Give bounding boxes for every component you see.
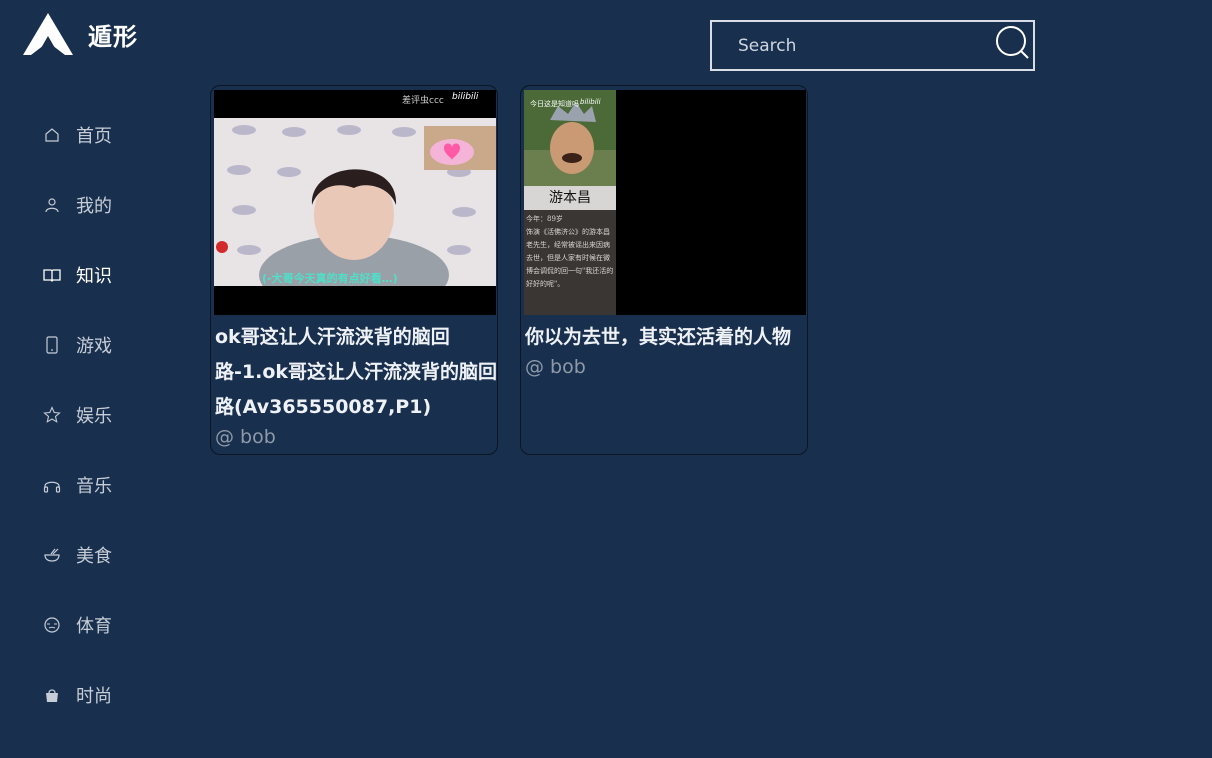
thumb-subtitle: (-大哥今天真的有点好看…)	[262, 272, 398, 285]
sidebar-item-label: 娱乐	[76, 406, 112, 427]
video-title[interactable]: 你以为去世，其实还活着的人物	[525, 320, 807, 355]
sidebar-item-food[interactable]: 美食	[40, 535, 112, 575]
sidebar-item-sports[interactable]: 体育	[40, 605, 112, 645]
sidebar-item-games[interactable]: 游戏	[40, 325, 112, 365]
video-thumbnail[interactable]: 今日这是知道吗 bilibili 游本昌 今年：89岁 饰演《活佛济公》的游本昌…	[524, 90, 806, 315]
video-card[interactable]: 今日这是知道吗 bilibili 游本昌 今年：89岁 饰演《活佛济公》的游本昌…	[520, 85, 808, 455]
sidebar-item-label: 知识	[76, 266, 112, 287]
sidebar-item-music[interactable]: 音乐	[40, 465, 112, 505]
search-input[interactable]	[712, 22, 992, 69]
sidebar-item-home[interactable]: 首页	[40, 115, 112, 155]
video-author[interactable]: @ bob	[215, 426, 276, 448]
thumb-header: 今日这是知道吗	[530, 100, 579, 108]
logo[interactable]: 遁形	[22, 12, 138, 56]
video-card[interactable]: 差评虫ccc bilibili (-大哥今天真的有点好看…) ok哥这让人汗流浃…	[210, 85, 498, 455]
star-icon	[40, 403, 64, 427]
bowl-icon	[40, 543, 64, 567]
phone-icon	[40, 333, 64, 357]
sidebar-item-label: 首页	[76, 126, 112, 147]
book-icon	[40, 263, 64, 287]
logo-icon	[23, 13, 73, 55]
video-author[interactable]: @ bob	[525, 356, 586, 378]
platform-logo: bilibili	[452, 92, 479, 102]
brand-name: 遁形	[88, 22, 138, 51]
headphones-icon	[40, 473, 64, 497]
sidebar-item-knowledge[interactable]: 知识	[40, 255, 112, 295]
thumb-description: 饰演《活佛济公》的游本昌老先生，经常被谣出来因病去世，但是人家有时候在微博会调侃…	[526, 228, 614, 288]
video-thumbnail[interactable]: 差评虫ccc bilibili (-大哥今天真的有点好看…)	[214, 90, 496, 315]
thumb-person-name: 游本昌	[549, 190, 591, 206]
ball-icon	[40, 613, 64, 637]
bag-icon	[40, 683, 64, 707]
video-title[interactable]: ok哥这让人汗流浃背的脑回路-1.ok哥这让人汗流浃背的脑回路(Av365550…	[215, 320, 497, 425]
sidebar-item-label: 体育	[76, 616, 112, 637]
sidebar-item-entertainment[interactable]: 娱乐	[40, 395, 112, 435]
sidebar-item-mine[interactable]: 我的	[40, 185, 112, 225]
sidebar-item-label: 时尚	[76, 686, 112, 707]
sidebar-item-fashion[interactable]: 时尚	[40, 675, 112, 715]
home-icon	[40, 123, 64, 147]
sidebar-item-label: 音乐	[76, 476, 112, 497]
thumb-age: 今年：89岁	[526, 215, 563, 223]
sidebar-item-label: 美食	[76, 546, 112, 567]
search-box	[710, 20, 1035, 71]
sidebar-item-label: 我的	[76, 196, 112, 217]
sidebar-item-label: 游戏	[76, 336, 112, 357]
search-icon[interactable]	[995, 24, 1031, 64]
thumb-watermark: 差评虫ccc	[402, 96, 444, 106]
user-icon	[40, 193, 64, 217]
platform-logo: bilibili	[580, 98, 601, 106]
